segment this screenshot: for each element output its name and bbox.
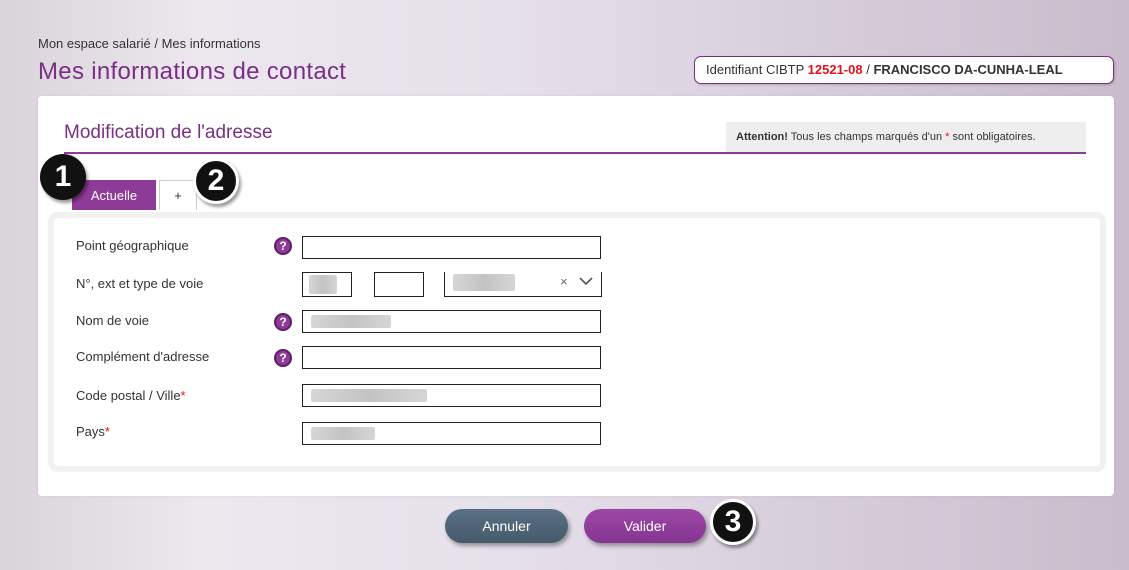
point-geo-input[interactable] bbox=[302, 236, 601, 259]
submit-button[interactable]: Valider bbox=[584, 509, 706, 543]
clear-icon[interactable]: × bbox=[560, 274, 568, 289]
address-card: Modification de l'adresse Attention! Tou… bbox=[38, 96, 1114, 496]
redacted-value bbox=[311, 389, 427, 402]
help-icon[interactable]: ? bbox=[274, 349, 292, 367]
address-complement-input[interactable] bbox=[302, 346, 601, 369]
street-name-input[interactable] bbox=[302, 310, 601, 333]
help-icon[interactable]: ? bbox=[274, 237, 292, 255]
help-glyph: ? bbox=[279, 315, 287, 329]
redacted-value bbox=[309, 275, 337, 294]
pays-label: Pays* bbox=[76, 424, 110, 439]
postal-code-city-input[interactable] bbox=[302, 384, 601, 407]
street-number-input[interactable] bbox=[302, 272, 352, 297]
section-title: Modification de l'adresse bbox=[64, 122, 273, 143]
redacted-value bbox=[453, 274, 515, 291]
code-postal-label: Code postal / Ville* bbox=[76, 388, 186, 403]
chevron-down-icon[interactable] bbox=[579, 276, 593, 286]
required-star: * bbox=[104, 424, 110, 439]
help-icon[interactable]: ? bbox=[274, 313, 292, 331]
employee-name: FRANCISCO DA-CUNHA-LEAL bbox=[873, 62, 1063, 77]
identifier-separator: / bbox=[862, 62, 874, 77]
attention-text-end: sont obligatoires. bbox=[949, 131, 1036, 143]
address-form: Point géographique ? N°, ext et type de … bbox=[54, 218, 1100, 466]
step-marker-3: 3 bbox=[710, 499, 756, 545]
breadcrumb: Mon espace salarié / Mes informations bbox=[38, 36, 261, 51]
attention-label: Attention! bbox=[736, 131, 788, 143]
cancel-button[interactable]: Annuler bbox=[445, 509, 568, 543]
code-postal-label-text: Code postal / Ville bbox=[76, 388, 181, 403]
help-glyph: ? bbox=[279, 351, 287, 365]
point-geo-label: Point géographique bbox=[76, 238, 189, 253]
pays-label-text: Pays bbox=[76, 424, 105, 439]
street-type-select[interactable]: × bbox=[444, 272, 602, 297]
section-divider bbox=[64, 152, 1086, 154]
redacted-value bbox=[311, 315, 391, 328]
complement-label: Complément d'adresse bbox=[76, 349, 210, 364]
attention-text: Tous les champs marqués d'un bbox=[787, 131, 946, 143]
identifier-label: Identifiant CIBTP bbox=[706, 62, 808, 77]
identifier-badge: Identifiant CIBTP 12521-08 / FRANCISCO D… bbox=[694, 56, 1114, 84]
identifier-number: 12521-08 bbox=[807, 62, 863, 77]
voie-label: N°, ext et type de voie bbox=[76, 276, 204, 291]
step-marker-1: 1 bbox=[40, 154, 86, 200]
required-fields-notice: Attention! Tous les champs marqués d'un … bbox=[726, 122, 1086, 152]
help-glyph: ? bbox=[279, 239, 287, 253]
nom-voie-label: Nom de voie bbox=[76, 313, 149, 328]
step-marker-2: 2 bbox=[193, 158, 239, 204]
country-input[interactable] bbox=[302, 422, 601, 445]
page-title: Mes informations de contact bbox=[38, 58, 347, 85]
street-extension-input[interactable] bbox=[374, 272, 424, 297]
tab-add-address[interactable]: + bbox=[159, 180, 197, 210]
required-star: * bbox=[180, 388, 186, 403]
redacted-value bbox=[311, 427, 375, 440]
